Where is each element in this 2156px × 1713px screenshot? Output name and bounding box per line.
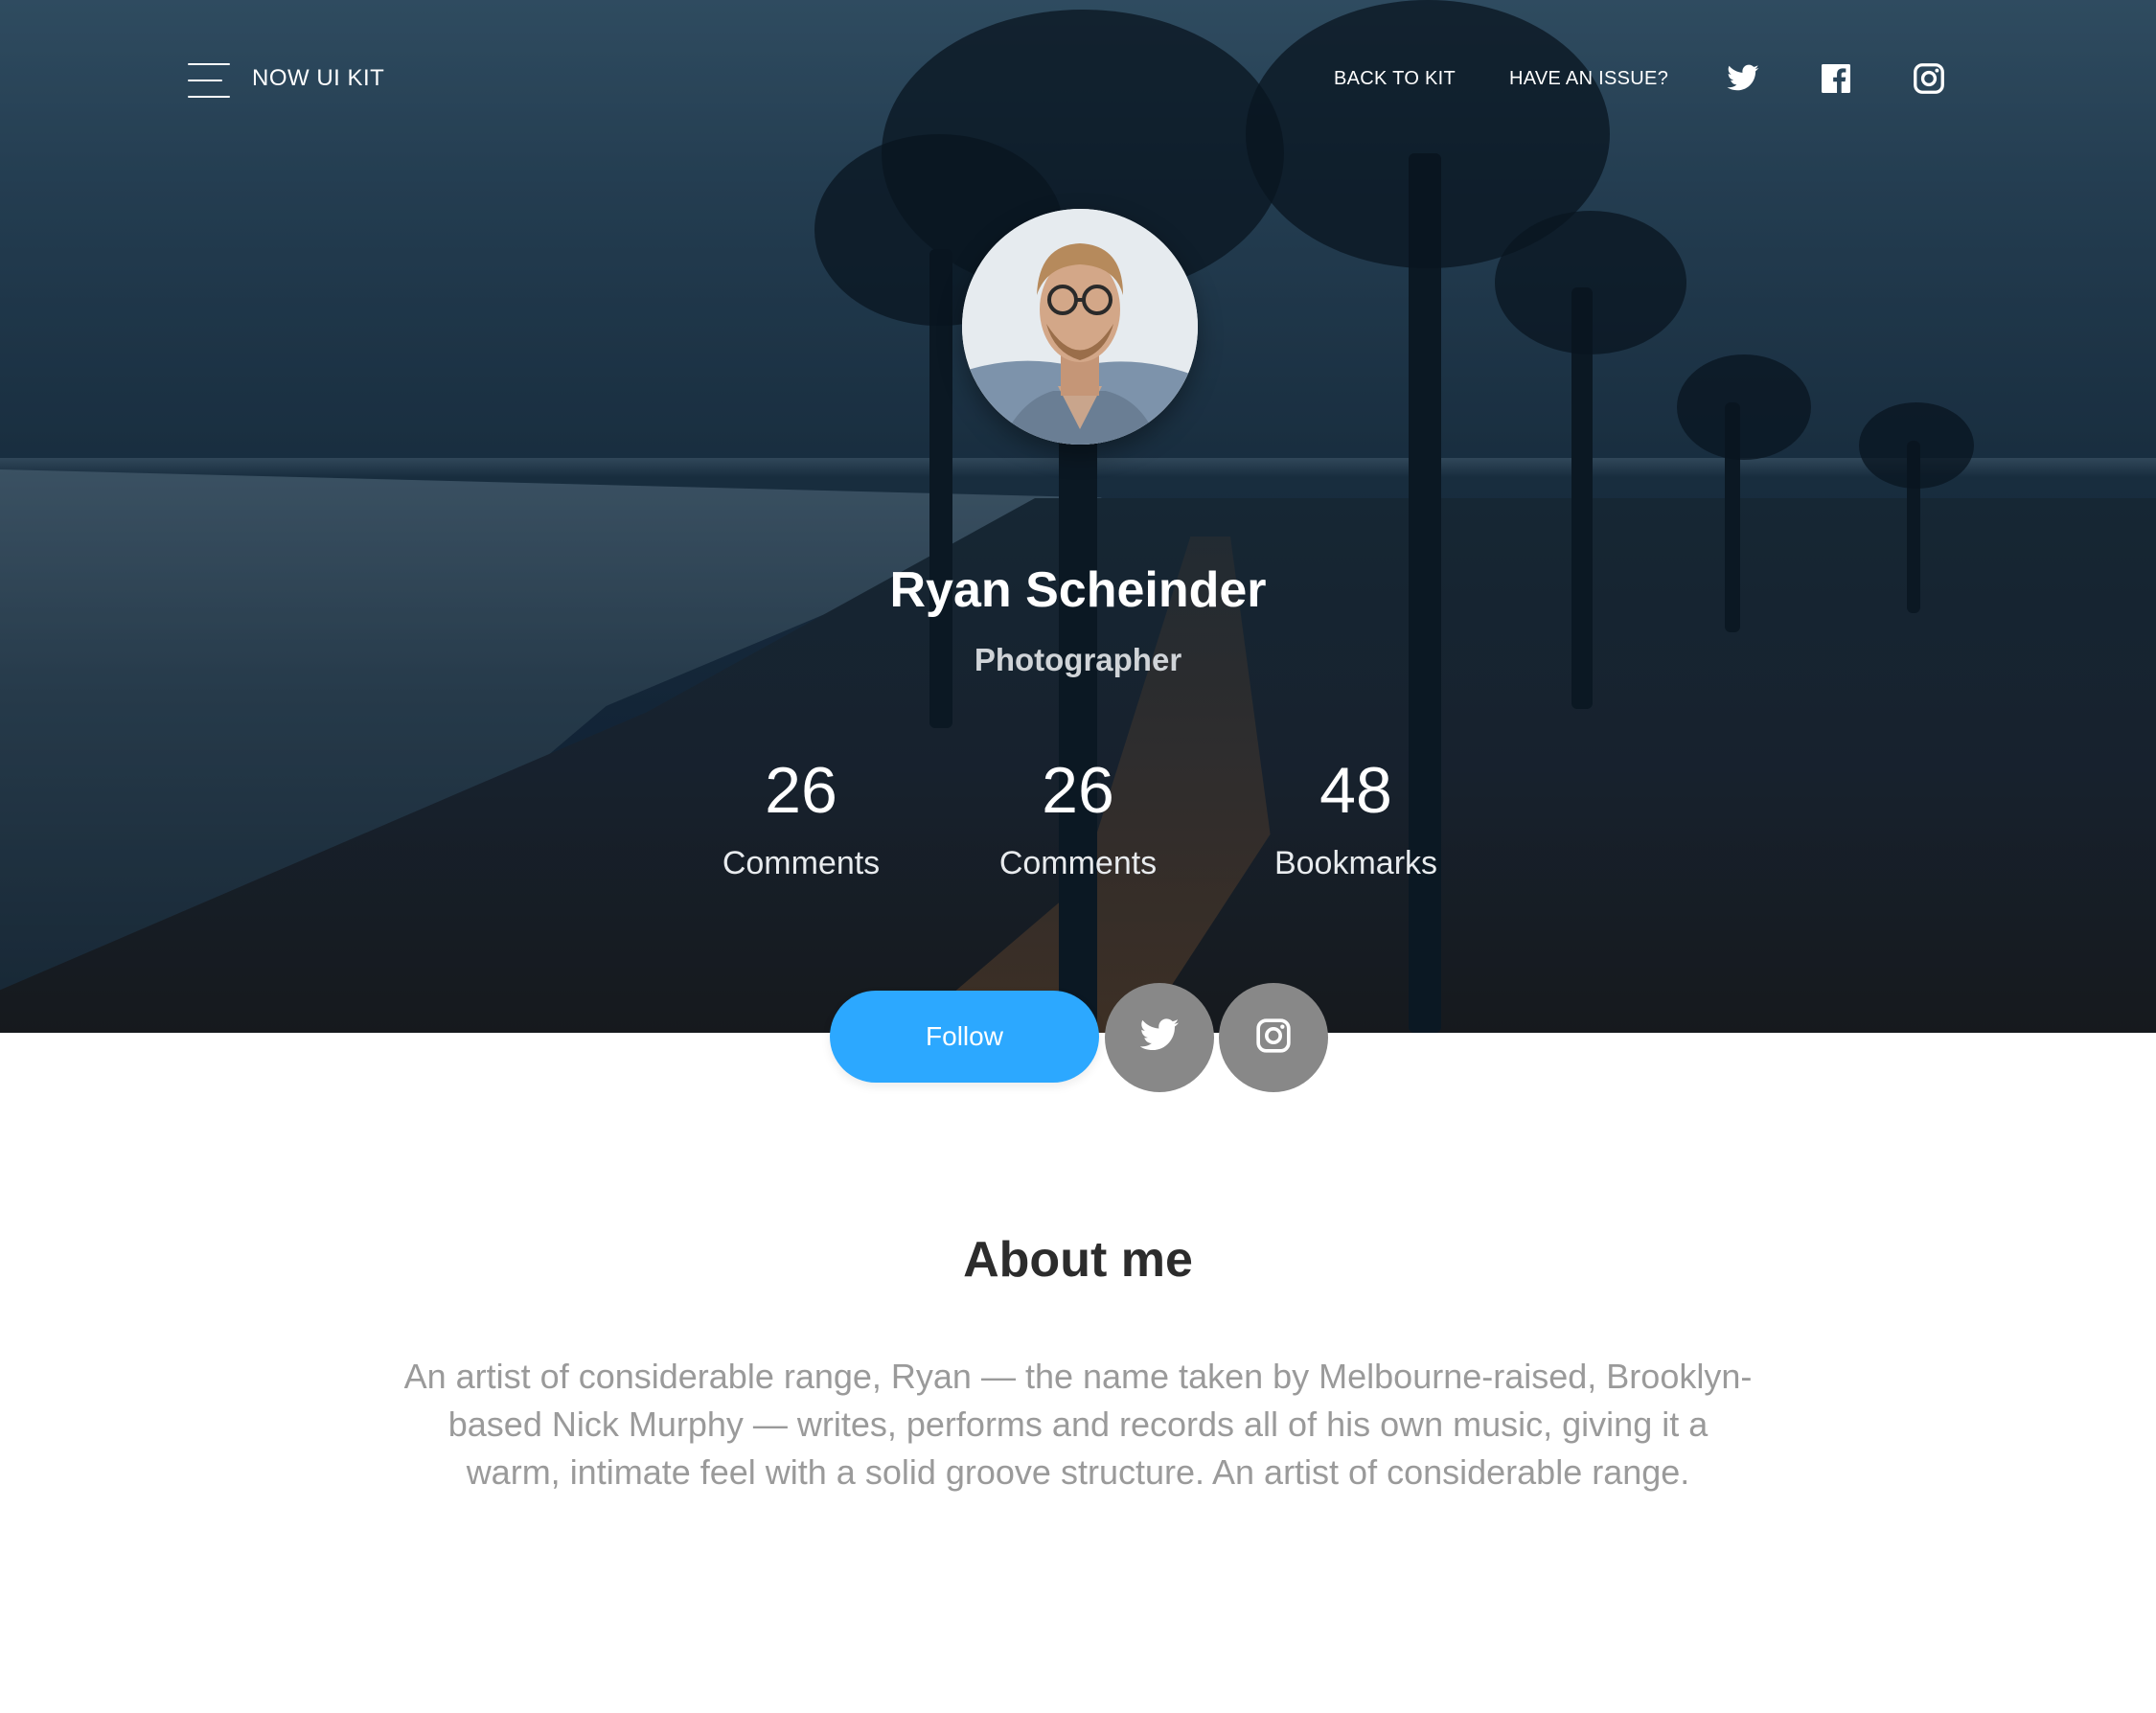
twitter-button[interactable] <box>1105 983 1214 1092</box>
twitter-icon <box>1138 1015 1181 1062</box>
stat-label: Bookmarks <box>1273 845 1438 881</box>
follow-button[interactable]: Follow <box>830 991 1099 1083</box>
stat-value: 26 <box>1042 754 1114 827</box>
stat-label: Comments <box>722 845 881 881</box>
stat-comments: 26 Comments <box>667 747 935 882</box>
about-title: About me <box>963 1232 1193 1288</box>
stat-value: 48 <box>1319 754 1392 827</box>
stat-value: 26 <box>765 754 837 827</box>
instagram-button[interactable] <box>1219 983 1328 1092</box>
brand-link[interactable]: NOW UI KIT <box>252 65 384 92</box>
top-navbar: NOW UI KIT BACK TO KIT HAVE AN ISSUE? <box>0 0 2156 158</box>
nav-link-have-an-issue[interactable]: HAVE AN ISSUE? <box>1509 68 1668 90</box>
stat-comments: 26 Comments <box>944 747 1212 882</box>
about-text: An artist of considerable range, Ryan — … <box>403 1357 1753 1492</box>
stat-label: Comments <box>998 845 1158 881</box>
profile-page: NOW UI KIT BACK TO KIT HAVE AN ISSUE? Ry… <box>0 0 2156 1713</box>
instagram-icon <box>1254 1016 1293 1060</box>
profile-role: Photographer <box>974 642 1182 677</box>
menu-icon[interactable] <box>188 63 230 98</box>
instagram-icon[interactable] <box>1912 61 1946 96</box>
nav-link-back-to-kit[interactable]: BACK TO KIT <box>1334 68 1456 90</box>
twitter-icon[interactable] <box>1726 61 1760 96</box>
facebook-icon[interactable] <box>1819 61 1853 96</box>
stat-bookmarks: 48 Bookmarks <box>1222 747 1490 882</box>
profile-name: Ryan Scheinder <box>889 562 1267 618</box>
avatar <box>962 209 1198 445</box>
